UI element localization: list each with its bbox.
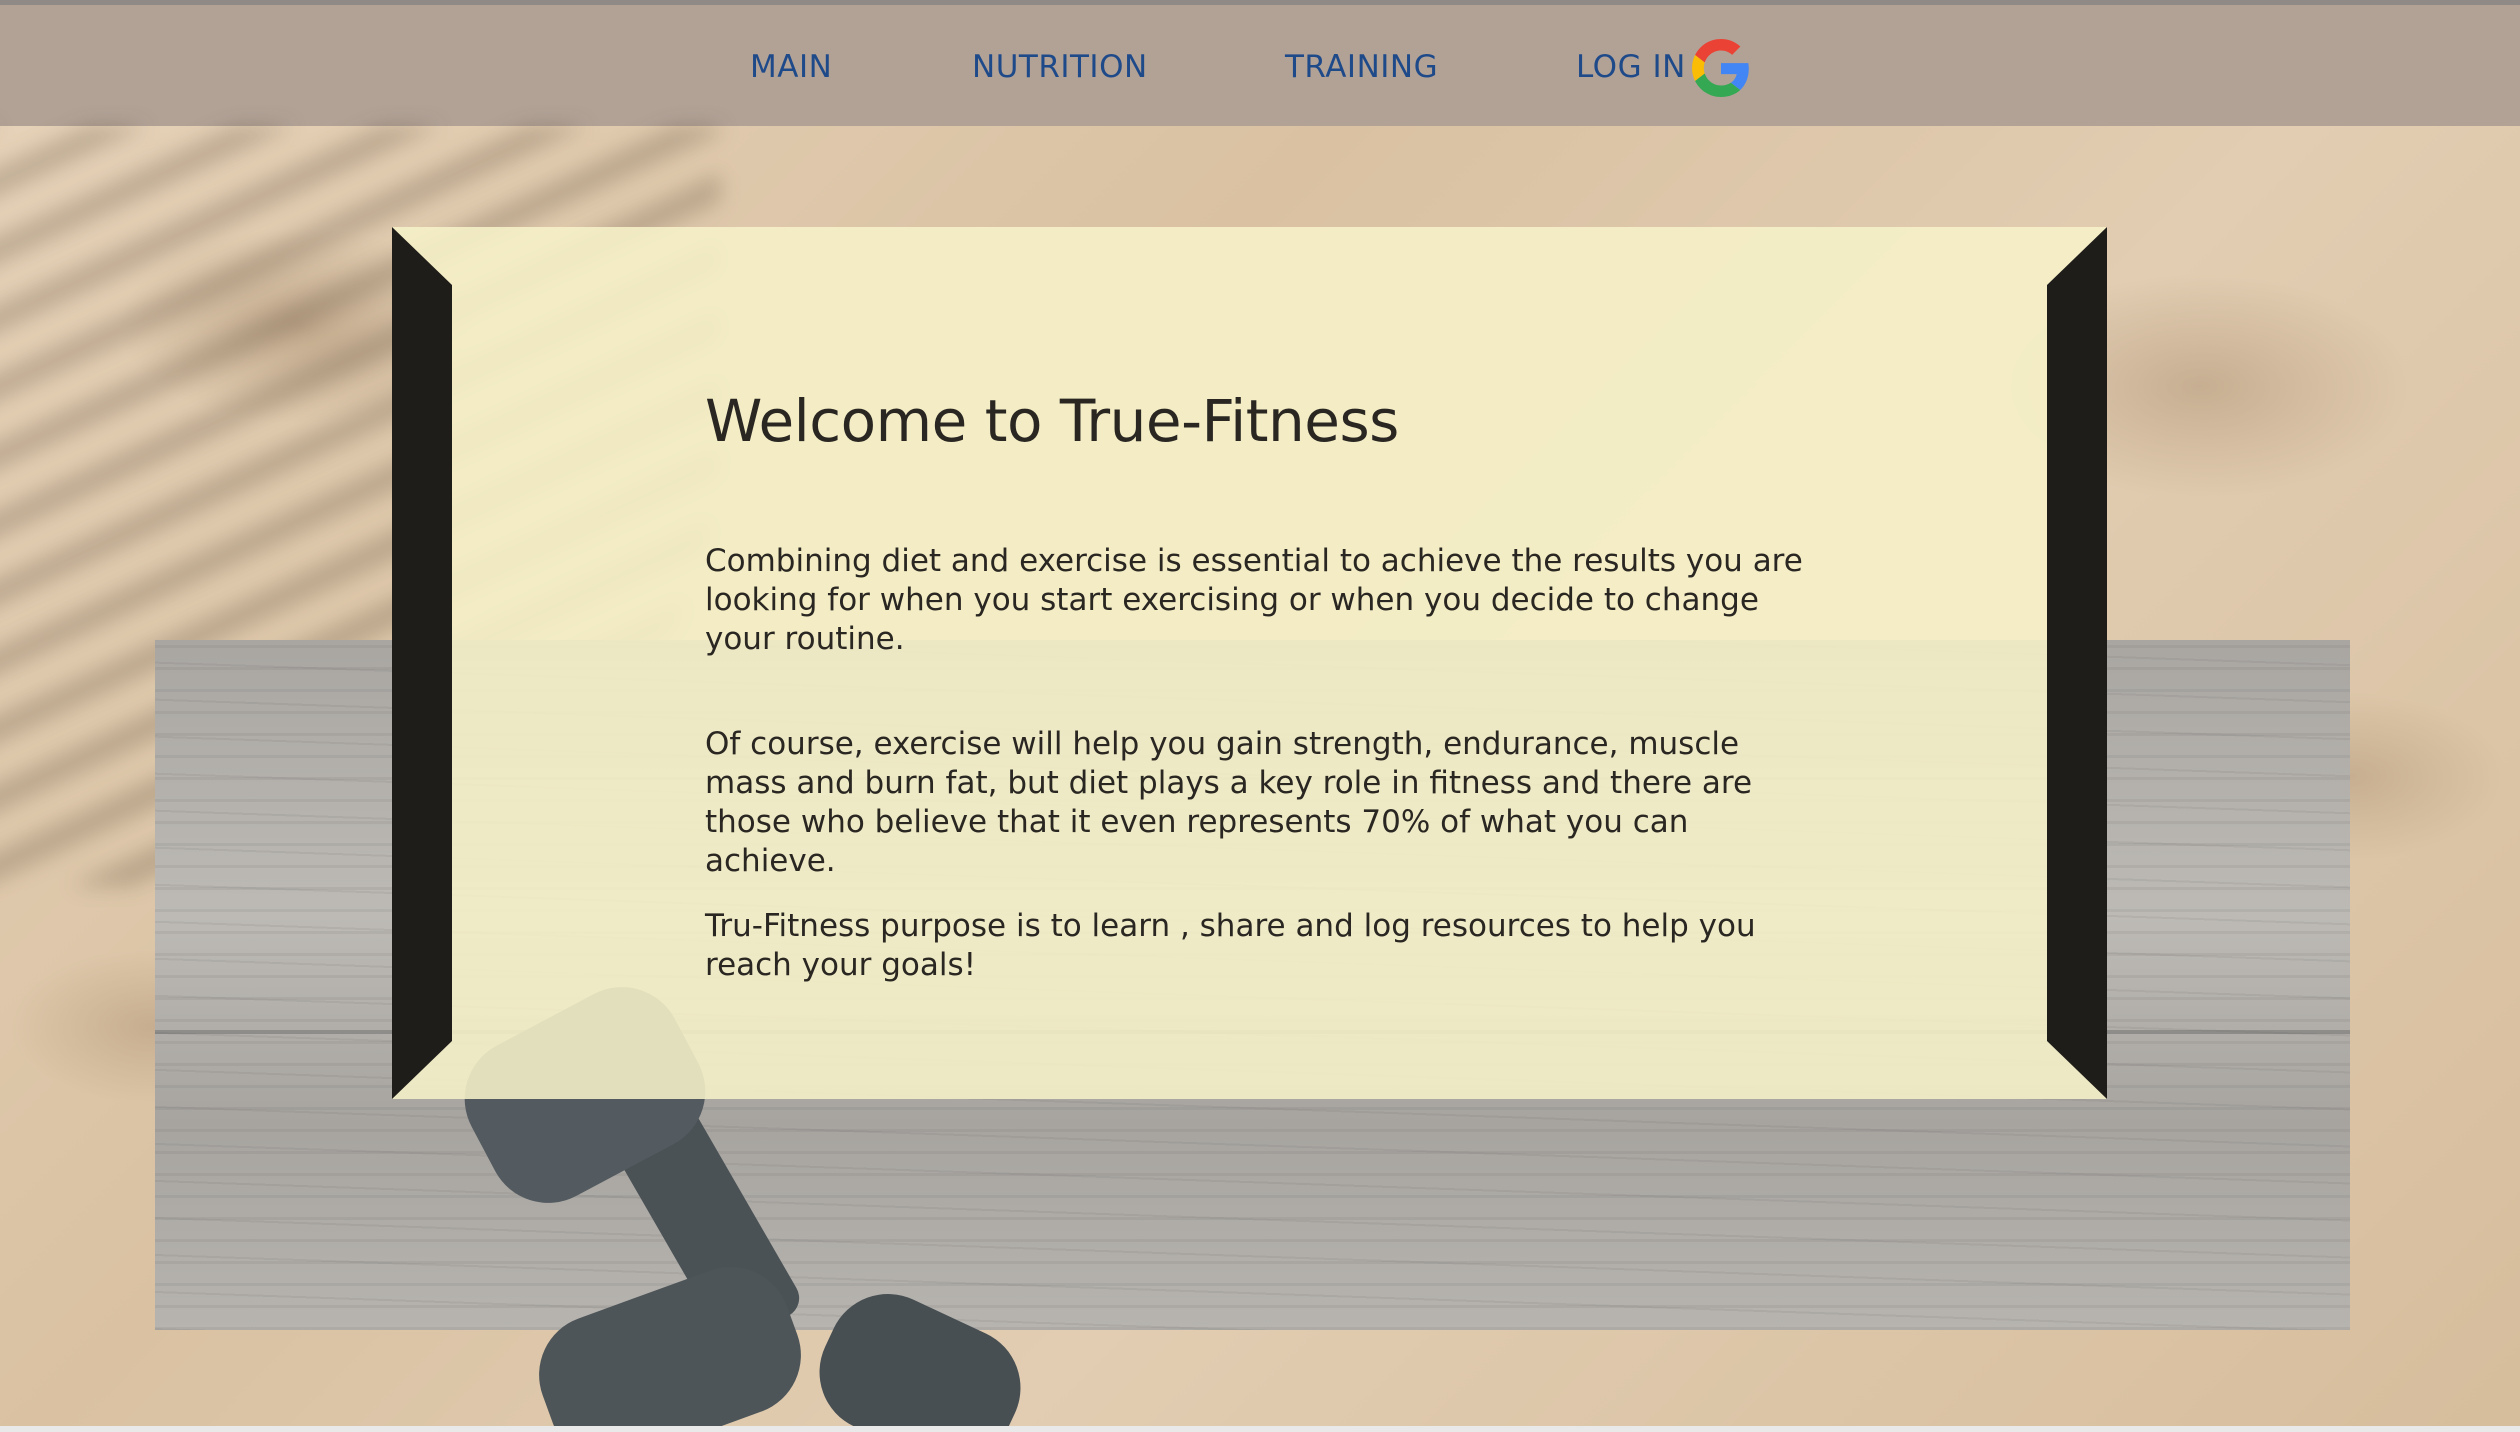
intro-paragraph: Combining diet and exercise is essential…	[705, 543, 1803, 657]
nav-link-login[interactable]: LOG IN	[1576, 49, 1686, 85]
nav-link-training[interactable]: TRAINING	[1285, 49, 1438, 85]
google-icon[interactable]	[1692, 39, 1750, 97]
card-bevel-right	[2047, 227, 2107, 1099]
navbar: MAIN NUTRITION TRAINING LOG IN	[0, 5, 2520, 126]
card-bevel-left	[392, 227, 452, 1099]
purpose-paragraph: Tru-Fitness purpose is to learn , share …	[705, 908, 1756, 983]
nav-link-main[interactable]: MAIN	[750, 49, 832, 85]
page-title: Welcome to True-Fitness	[705, 387, 1399, 455]
welcome-card: Welcome to True-Fitness Combining diet a…	[392, 227, 2107, 1099]
bottom-border	[0, 1426, 2520, 1432]
page: MAIN NUTRITION TRAINING LOG IN Welcome t…	[0, 0, 2520, 1432]
exercise-paragraph: Of course, exercise will help you gain s…	[705, 726, 1753, 879]
nav-link-nutrition[interactable]: NUTRITION	[972, 49, 1148, 85]
